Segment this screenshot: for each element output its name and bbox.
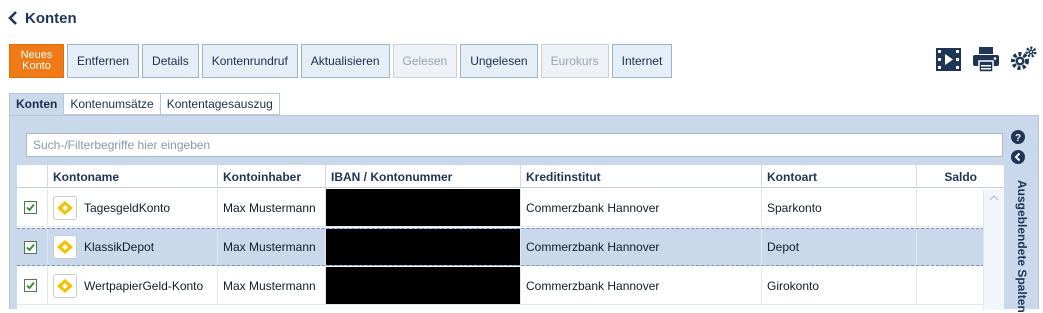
commerzbank-logo-icon [53,273,77,298]
account-roundcall-button[interactable]: Kontenrundruf [201,44,298,78]
table-scrollbar[interactable] [983,189,1004,310]
table-row[interactable]: TagesgeldKonto Max Mustermann Commerzban… [17,189,1004,227]
accounts-panel: Kontoname Kontoinhaber IBAN / Kontonumme… [9,115,1039,313]
tab-konten[interactable]: Konten [9,93,65,115]
saldo-cell [916,267,983,304]
tab-kontenumsaetze[interactable]: Kontenumsätze [64,93,161,115]
column-header-kreditinstitut[interactable]: Kreditinstitut [520,165,761,188]
page-header: Konten [8,8,77,28]
accounts-table: Kontoname Kontoinhaber IBAN / Kontonumme… [17,165,1004,310]
kontoinhaber-cell: Max Mustermann [217,229,325,265]
hidden-columns-label[interactable]: Ausgeblendete Spalten [1009,180,1029,313]
iban-cell-redacted [325,229,520,265]
table-header: Kontoname Kontoinhaber IBAN / Kontonumme… [17,165,1004,188]
row-checkbox-cell [17,267,47,304]
kreditinstitut-cell: Commerzbank Hannover [520,229,761,265]
column-header-saldo[interactable]: Saldo [916,165,983,188]
refresh-button[interactable]: Aktualisieren [300,44,390,78]
kontoname-text: WertpapierGeld-Konto [84,278,204,293]
kontoname-cell: KlassikDepot [47,229,217,265]
kontoname-text: TagesgeldKonto [84,200,171,215]
kontoname-text: KlassikDepot [84,240,155,254]
row-checkbox[interactable] [24,240,37,254]
saldo-cell [916,229,983,265]
remove-button[interactable]: Entfernen [67,44,140,78]
collapse-left-icon[interactable] [1011,150,1025,164]
tab-bar: Konten Kontenumsätze Kontentagesauszug [9,93,280,115]
toolbar: Neues Konto Entfernen Details Kontenrundr… [9,44,673,78]
kontoname-cell: TagesgeldKonto [47,189,217,226]
row-checkbox[interactable] [24,201,37,214]
page-title: Konten [25,9,77,27]
iban-cell-redacted [325,267,520,304]
toolbar-icons [936,46,1037,72]
column-header-iban[interactable]: IBAN / Kontonummer [325,165,520,188]
help-icon[interactable]: ? [1011,130,1025,144]
kontoinhaber-cell: Max Mustermann [217,189,325,226]
mark-unread-button[interactable]: Ungelesen [460,44,538,78]
euro-rate-button[interactable]: Eurokurs [540,44,609,78]
gears-icon[interactable] [1011,46,1037,72]
chevron-left-icon[interactable] [8,8,22,28]
new-account-label: Neues Konto [20,49,53,72]
table-row[interactable]: WertpapierGeld-Konto Max Mustermann Comm… [17,267,1004,305]
row-checkbox-cell [17,229,47,265]
iban-cell-redacted [325,189,520,226]
row-checkbox[interactable] [24,279,37,292]
column-header-kontoinhaber[interactable]: Kontoinhaber [217,165,325,188]
kreditinstitut-cell: Commerzbank Hannover [520,267,761,304]
search-input[interactable] [26,133,1003,157]
tab-kontentagesauszug[interactable]: Kontentagesauszug [160,93,280,115]
scroll-up-icon[interactable] [989,194,999,202]
new-account-button[interactable]: Neues Konto [9,44,64,78]
hidden-columns-strip: ? Ausgeblendete Spalten [1006,128,1034,313]
kontoart-cell: Girokonto [761,267,916,304]
checkbox-column-header [17,165,47,188]
details-button[interactable]: Details [142,44,199,78]
commerzbank-logo-icon [53,195,77,220]
kontoname-cell: WertpapierGeld-Konto [47,267,217,304]
svg-text:?: ? [1015,133,1021,144]
table-row[interactable]: KlassikDepot Max Mustermann Commerzbank … [17,228,1004,266]
kontoart-cell: Depot [761,229,916,265]
kontoinhaber-cell: Max Mustermann [217,267,325,304]
column-header-kontoart[interactable]: Kontoart [761,165,916,188]
row-checkbox-cell [17,189,47,226]
printer-icon[interactable] [973,46,999,72]
mark-read-button[interactable]: Gelesen [392,44,458,78]
commerzbank-logo-icon [53,235,77,259]
video-icon[interactable] [936,47,961,72]
column-header-kontoname[interactable]: Kontoname [47,165,217,188]
kreditinstitut-cell: Commerzbank Hannover [520,189,761,226]
saldo-cell [916,189,983,226]
internet-button[interactable]: Internet [611,44,673,78]
kontoart-cell: Sparkonto [761,189,916,226]
